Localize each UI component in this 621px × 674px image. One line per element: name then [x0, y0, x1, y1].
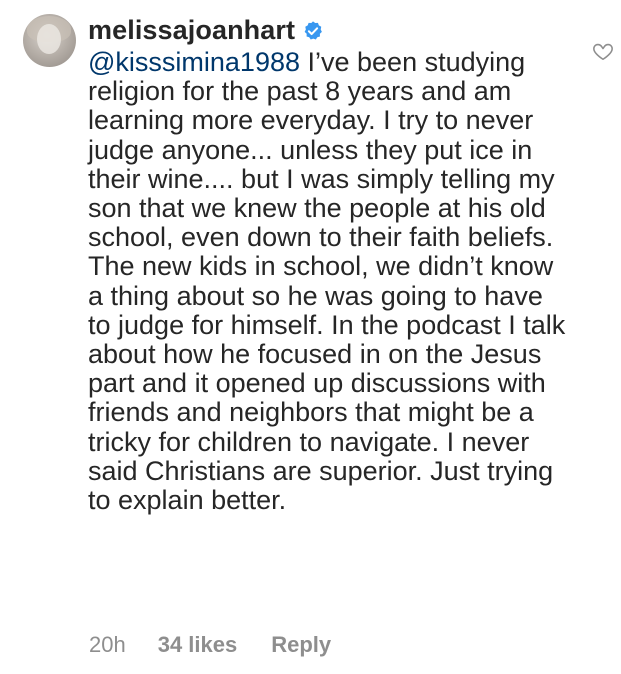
heart-icon[interactable] — [592, 40, 614, 62]
avatar[interactable] — [23, 14, 76, 67]
comment-header: melissajoanhart — [88, 10, 568, 50]
comment: melissajoanhart @kisssimina1988 I’ve bee… — [0, 0, 621, 674]
comment-meta: 20h 34 likes Reply — [89, 632, 331, 658]
likes-count[interactable]: 34 likes — [158, 632, 238, 658]
comment-message: I’ve been studying religion for the past… — [88, 47, 566, 516]
timestamp[interactable]: 20h — [89, 632, 126, 658]
avatar-face — [37, 24, 61, 54]
mention-link[interactable]: @kisssimina1988 — [88, 47, 300, 77]
username[interactable]: melissajoanhart — [88, 15, 295, 46]
comment-text: @kisssimina1988 I’ve been studying relig… — [88, 47, 568, 516]
reply-button[interactable]: Reply — [271, 632, 331, 658]
comment-body: melissajoanhart @kisssimina1988 I’ve bee… — [88, 10, 568, 515]
verified-badge-icon — [304, 21, 322, 40]
